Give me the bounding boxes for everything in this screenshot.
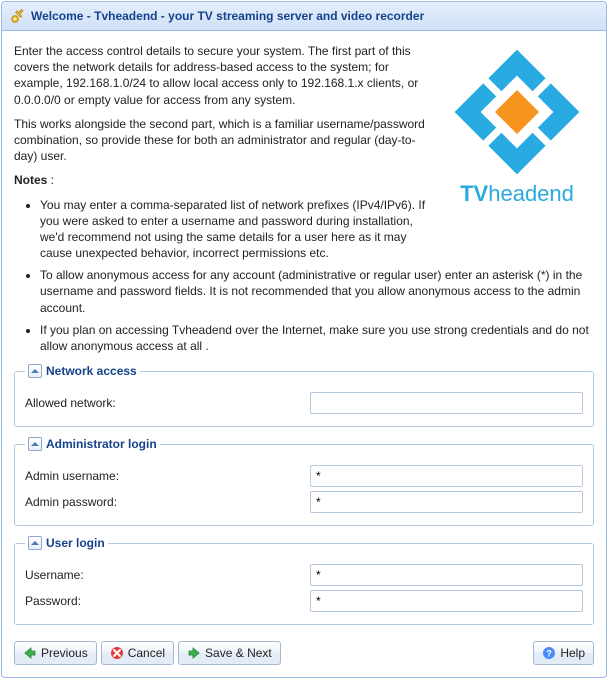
collapse-toggle-icon[interactable] — [28, 437, 42, 451]
fieldset-user-login: User login Username: Password: — [14, 536, 594, 625]
input-user-username[interactable] — [310, 564, 583, 586]
row-admin-password: Admin password: — [25, 491, 583, 513]
fieldset-admin-login: Administrator login Admin username: Admi… — [14, 437, 594, 526]
row-allowed-network: Allowed network: — [25, 392, 583, 414]
label-user-password: Password: — [25, 594, 310, 608]
row-user-password: Password: — [25, 590, 583, 612]
logo-icon — [452, 47, 582, 177]
wizard-window: Welcome - Tvheadend - your TV streaming … — [1, 1, 607, 678]
help-button[interactable]: ? Help — [533, 641, 594, 665]
logo-text: TVheadend — [442, 181, 592, 207]
legend-network: Network access — [25, 364, 140, 378]
cancel-button[interactable]: Cancel — [101, 641, 174, 665]
arrow-right-icon — [187, 646, 201, 660]
label-allowed-network: Allowed network: — [25, 396, 310, 410]
save-next-button[interactable]: Save & Next — [178, 641, 281, 665]
key-icon — [10, 8, 26, 24]
intro-p2: This works alongside the second part, wh… — [14, 116, 434, 165]
svg-text:?: ? — [547, 649, 553, 659]
window-title: Welcome - Tvheadend - your TV streaming … — [31, 9, 424, 23]
note-item: You may enter a comma-separated list of … — [40, 197, 440, 262]
label-user-username: Username: — [25, 568, 310, 582]
legend-user: User login — [25, 536, 108, 550]
cancel-icon — [110, 646, 124, 660]
label-admin-password: Admin password: — [25, 495, 310, 509]
previous-button[interactable]: Previous — [14, 641, 97, 665]
wizard-body: TVheadend Enter the access control detai… — [2, 31, 606, 677]
input-allowed-network[interactable] — [310, 392, 583, 414]
input-admin-password[interactable] — [310, 491, 583, 513]
notes-list: You may enter a comma-separated list of … — [14, 197, 594, 355]
note-item: To allow anonymous access for any accoun… — [40, 267, 594, 316]
input-user-password[interactable] — [310, 590, 583, 612]
tvheadend-logo: TVheadend — [442, 47, 592, 207]
input-admin-username[interactable] — [310, 465, 583, 487]
intro-p1: Enter the access control details to secu… — [14, 43, 434, 108]
fieldset-network-access: Network access Allowed network: — [14, 364, 594, 427]
legend-admin: Administrator login — [25, 437, 160, 451]
help-icon: ? — [542, 646, 556, 660]
note-item: If you plan on accessing Tvheadend over … — [40, 322, 594, 354]
collapse-toggle-icon[interactable] — [28, 364, 42, 378]
row-user-username: Username: — [25, 564, 583, 586]
collapse-toggle-icon[interactable] — [28, 536, 42, 550]
label-admin-username: Admin username: — [25, 469, 310, 483]
row-admin-username: Admin username: — [25, 465, 583, 487]
arrow-left-icon — [23, 646, 37, 660]
titlebar: Welcome - Tvheadend - your TV streaming … — [2, 2, 606, 31]
button-bar: Previous Cancel Save & Next ? Help — [14, 635, 594, 665]
